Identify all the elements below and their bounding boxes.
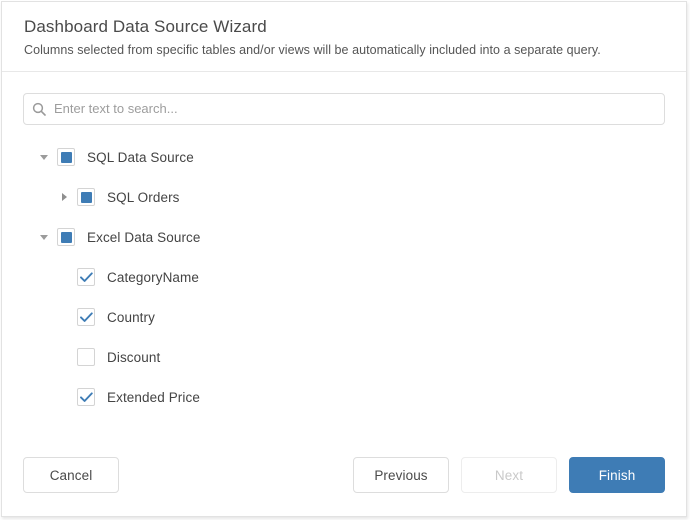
page-subtitle: Columns selected from specific tables an… [24, 41, 664, 59]
cancel-button[interactable]: Cancel [23, 457, 119, 493]
tree-row[interactable]: CategoryName [23, 257, 665, 297]
data-source-tree[interactable]: SQL Data Source SQL Orders Excel Data Sour… [23, 137, 665, 421]
tree-item-label: SQL Orders [107, 190, 180, 205]
finish-button[interactable]: Finish [569, 457, 665, 493]
expander-collapse-icon[interactable] [34, 147, 54, 167]
search-input[interactable] [54, 95, 664, 123]
tree-item-label: Extended Price [107, 390, 200, 405]
checkbox-indeterminate[interactable] [57, 148, 75, 166]
search-box[interactable] [23, 93, 665, 125]
next-button: Next [461, 457, 557, 493]
tree-row[interactable]: SQL Data Source [23, 137, 665, 177]
tree-item-label: Discount [107, 350, 160, 365]
tree-row[interactable]: Extended Price [23, 377, 665, 417]
previous-button[interactable]: Previous [353, 457, 449, 493]
checkbox-checked[interactable] [77, 308, 95, 326]
tree-item-label: Country [107, 310, 155, 325]
dialog-body: SQL Data Source SQL Orders Excel Data Sour… [2, 72, 686, 434]
tree-item-label: SQL Data Source [87, 150, 194, 165]
dialog-header: Dashboard Data Source Wizard Columns sel… [2, 2, 686, 72]
expander-expand-icon[interactable] [54, 187, 74, 207]
tree-item-label: CategoryName [107, 270, 199, 285]
expander-collapse-icon[interactable] [34, 227, 54, 247]
checkbox-checked[interactable] [77, 268, 95, 286]
tree-item-label: Excel Data Source [87, 230, 201, 245]
footer-actions: Previous Next Finish [353, 457, 665, 493]
tree-row[interactable]: Excel Data Source [23, 217, 665, 257]
checkbox-checked[interactable] [77, 388, 95, 406]
tree-row[interactable] [23, 417, 665, 421]
dialog-footer: Cancel Previous Next Finish [2, 434, 686, 516]
tree-row[interactable]: Country [23, 297, 665, 337]
dashboard-data-source-wizard-dialog: Dashboard Data Source Wizard Columns sel… [1, 1, 687, 517]
page-title: Dashboard Data Source Wizard [24, 16, 664, 38]
tree-row[interactable]: SQL Orders [23, 177, 665, 217]
checkbox-unchecked[interactable] [77, 348, 95, 366]
checkbox-indeterminate[interactable] [57, 228, 75, 246]
tree-row[interactable]: Discount [23, 337, 665, 377]
search-icon [24, 102, 54, 116]
checkbox-indeterminate[interactable] [77, 188, 95, 206]
